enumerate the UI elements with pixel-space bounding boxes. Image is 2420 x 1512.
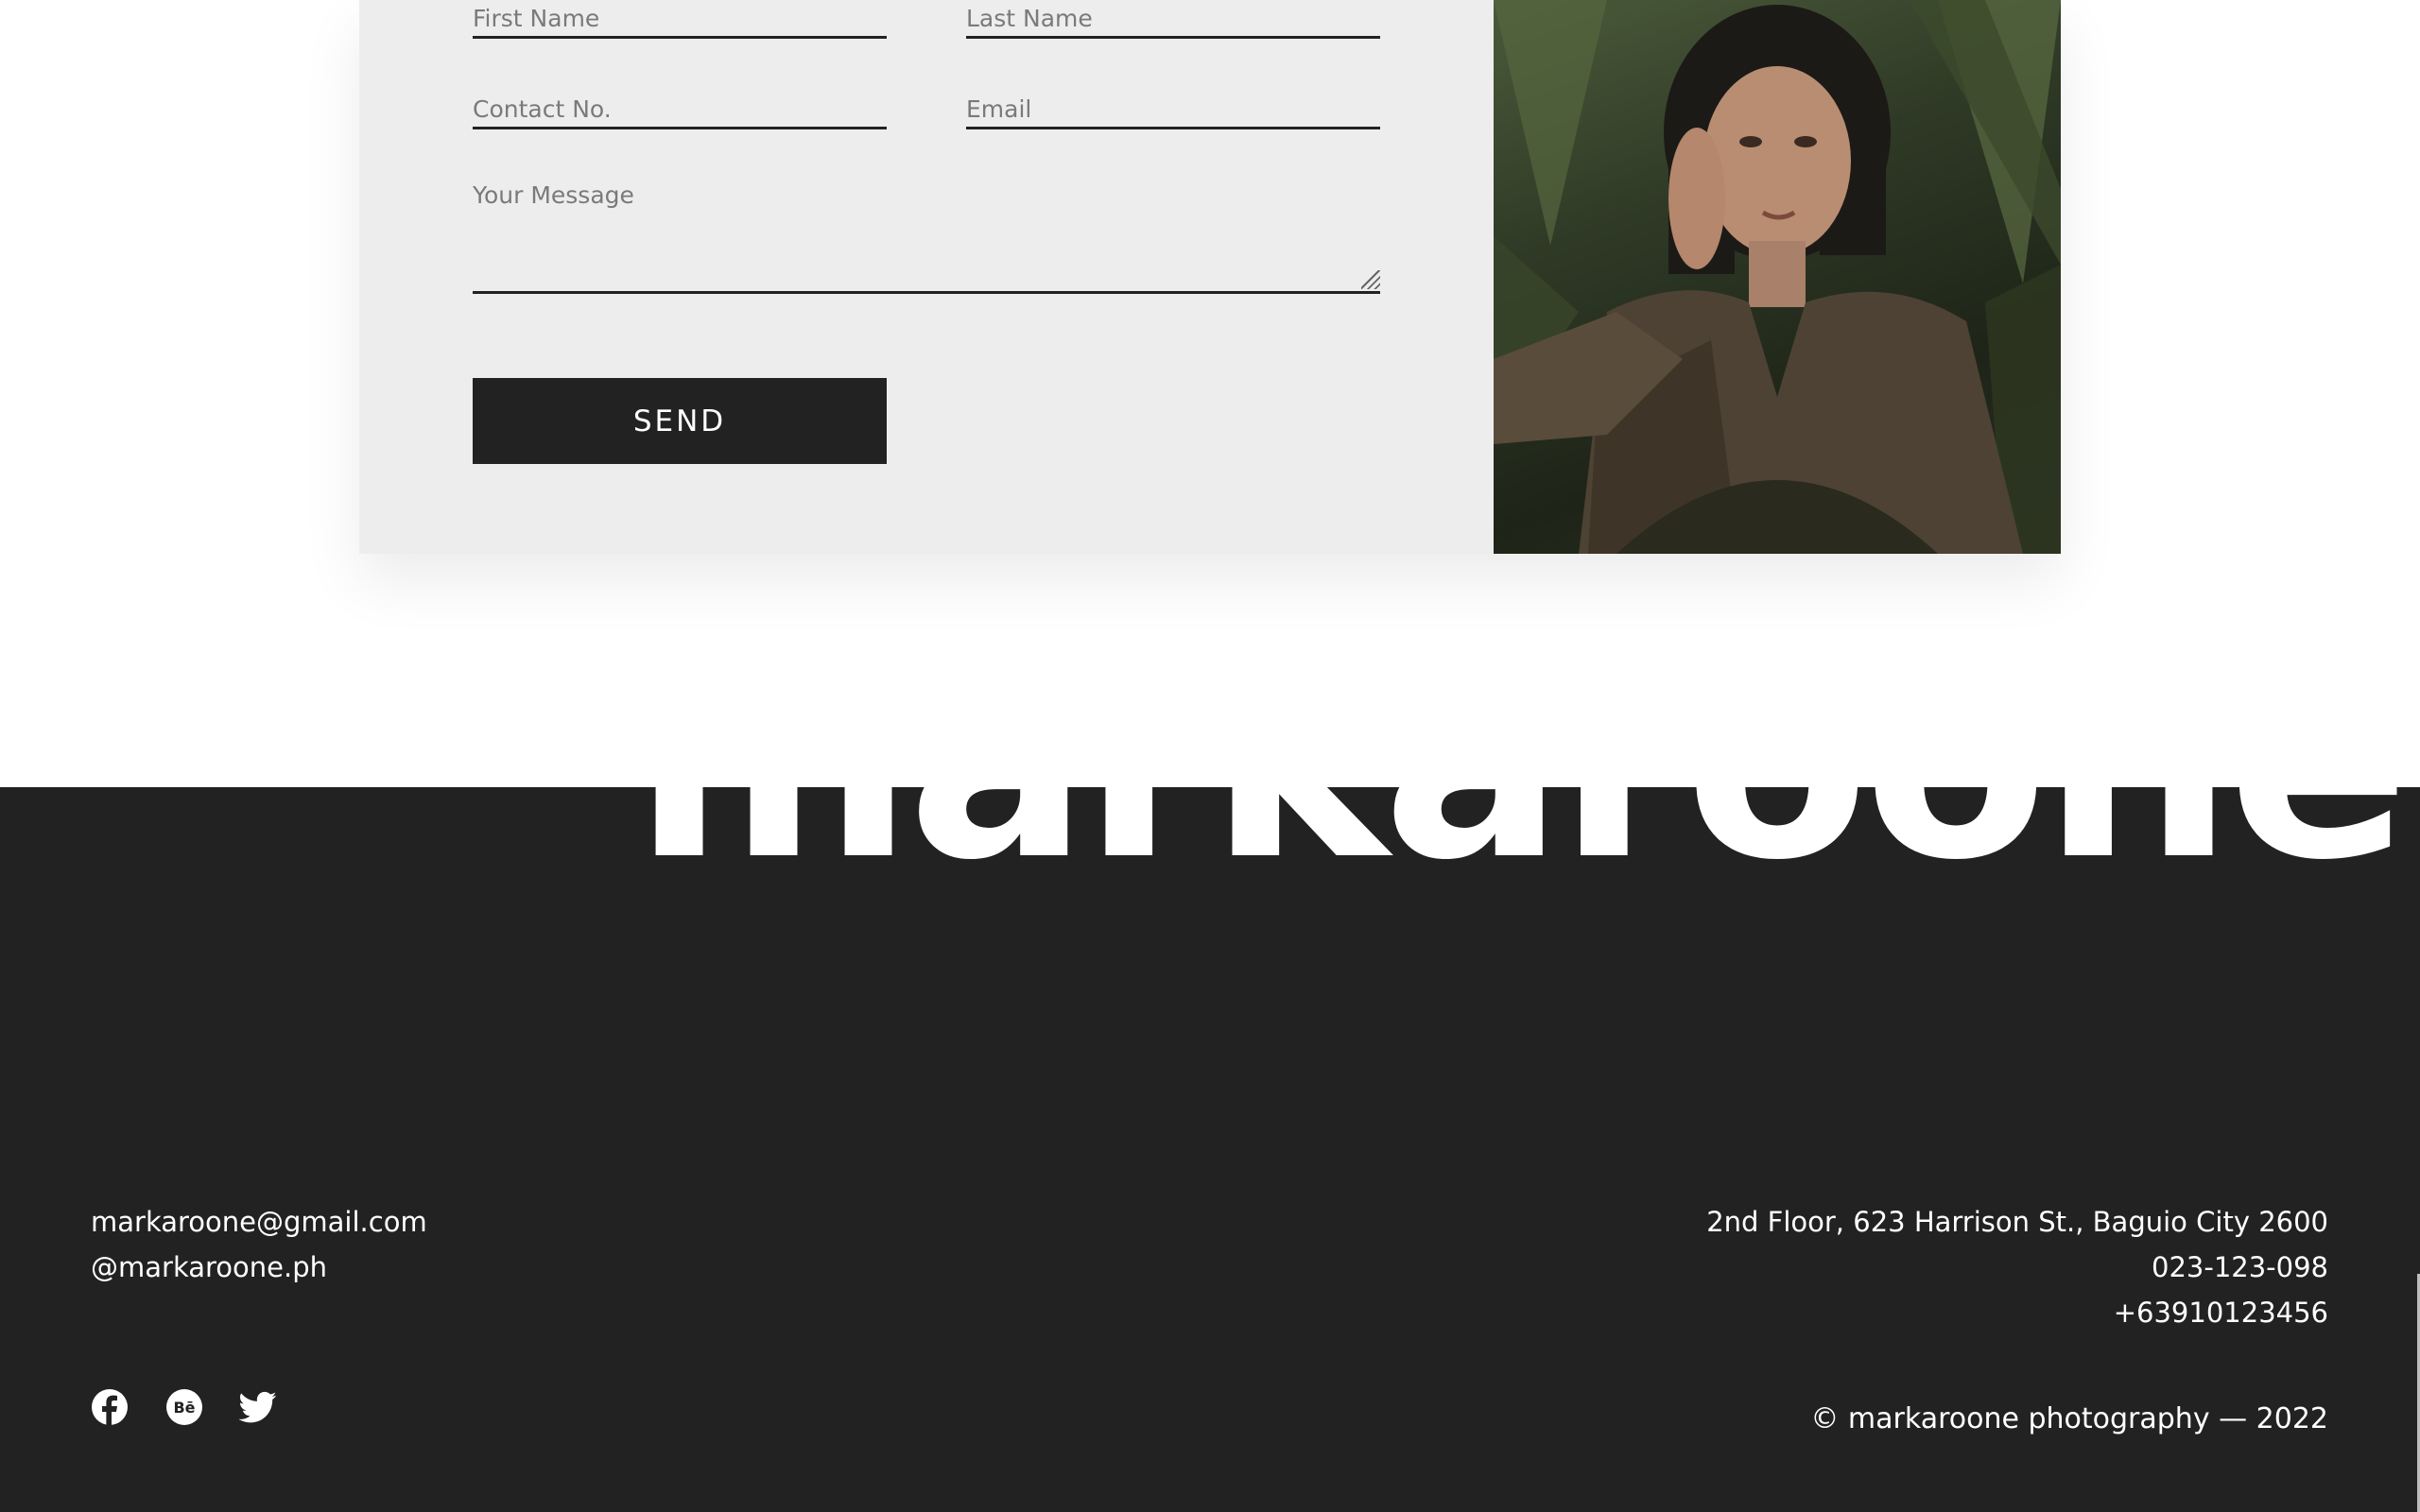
- email-field[interactable]: Email: [966, 85, 1380, 129]
- portrait-photo: [1494, 0, 2061, 554]
- footer-handle-link[interactable]: @markaroone.ph: [91, 1251, 327, 1283]
- behance-icon[interactable]: Bē: [165, 1388, 203, 1426]
- email-placeholder: Email: [966, 95, 1032, 123]
- message-placeholder: Your Message: [473, 181, 634, 209]
- footer-phone-2: +63910123456: [2113, 1297, 2328, 1329]
- facebook-icon[interactable]: [91, 1388, 129, 1426]
- twitter-icon[interactable]: [238, 1388, 277, 1426]
- contact-form-card: First Name Last Name Contact No. Email Y…: [359, 0, 2061, 554]
- footer-email-link[interactable]: markaroone@gmail.com: [91, 1206, 427, 1238]
- footer-copyright: © markaroone photography — 2022: [1810, 1402, 2328, 1435]
- resize-handle-icon[interactable]: [1361, 270, 1380, 289]
- footer-phone-1: 023-123-098: [2152, 1251, 2328, 1283]
- contact-number-placeholder: Contact No.: [473, 95, 612, 123]
- contact-number-field[interactable]: Contact No.: [473, 85, 887, 129]
- last-name-field[interactable]: Last Name: [966, 0, 1380, 39]
- portrait-illustration: [1494, 0, 2061, 554]
- svg-text:Bē: Bē: [173, 1399, 195, 1417]
- first-name-placeholder: First Name: [473, 5, 600, 32]
- wordmark-clip: markaroone.: [0, 787, 2420, 919]
- message-textarea[interactable]: Your Message: [473, 178, 1380, 294]
- send-button[interactable]: SEND: [473, 378, 887, 464]
- footer-wordmark: markaroone.: [633, 787, 2420, 897]
- footer-address: 2nd Floor, 623 Harrison St., Baguio City…: [1706, 1206, 2328, 1238]
- first-name-field[interactable]: First Name: [473, 0, 887, 39]
- last-name-placeholder: Last Name: [966, 5, 1093, 32]
